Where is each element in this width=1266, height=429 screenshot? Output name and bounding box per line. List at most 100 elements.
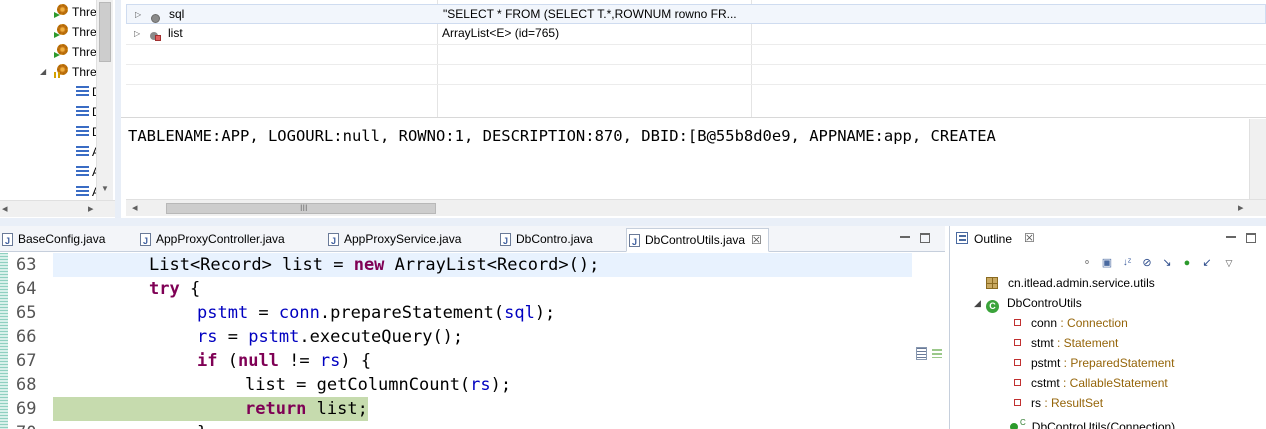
overview-ruler[interactable]	[912, 253, 945, 429]
scrollbar-thumb[interactable]: III	[166, 203, 436, 214]
tab-dbcontro[interactable]: DbContro.java	[498, 228, 593, 252]
java-file-icon	[500, 230, 511, 252]
hide-local-types-icon[interactable]: ↙	[1200, 256, 1214, 270]
line-number: 65	[16, 303, 37, 323]
thread-item[interactable]: Thre	[54, 2, 97, 22]
code-line-70[interactable]: }	[53, 421, 207, 429]
code-line-65[interactable]: pstmt = conn.prepareStatement(sql);	[53, 301, 555, 325]
scroll-left-arrow-icon[interactable]: ◂	[132, 201, 138, 214]
detail-horizontal-scrollbar[interactable]: ◂ III ▸	[126, 199, 1266, 216]
running-thread-icon	[54, 4, 70, 18]
line-number: 69	[16, 399, 37, 419]
outline-tab-title[interactable]: Outline	[974, 232, 1012, 246]
code-area[interactable]: 63 64 65 66 67 68 69 70 List<Record> lis…	[0, 253, 945, 429]
variable-value: "SELECT * FROM (SELECT T.*,ROWNUM rowno …	[443, 7, 737, 21]
local-variable-icon	[150, 29, 162, 48]
outline-field[interactable]: stmt : Statement	[1014, 333, 1118, 353]
code-line-68[interactable]: list = getColumnCount(rs);	[53, 373, 511, 397]
minimize-icon[interactable]	[900, 236, 910, 239]
hide-fields-icon[interactable]: ⊘	[1140, 256, 1154, 270]
variable-name: list	[168, 26, 183, 40]
constructor-label: DbControUtils(Connection)	[1031, 420, 1176, 429]
stack-frame-icon	[76, 146, 89, 157]
change-ruler	[0, 253, 8, 429]
scroll-right-arrow-icon[interactable]: ▸	[88, 202, 94, 215]
outline-field[interactable]: pstmt : PreparedStatement	[1014, 353, 1174, 373]
tab-dbcontroutils[interactable]: DbControUtils.java ☒	[626, 228, 769, 253]
variable-name: sql	[169, 7, 185, 21]
detail-text[interactable]: TABLENAME:APP, LOGOURL:null, ROWNO:1, DE…	[128, 127, 996, 145]
stack-frame-icon	[76, 86, 89, 97]
group-icon[interactable]: ⚬	[1080, 256, 1094, 270]
hide-static-icon[interactable]: ↘	[1160, 256, 1174, 270]
scroll-left-arrow-icon[interactable]: ◂	[2, 202, 8, 215]
code-line-66[interactable]: rs = pstmt.executeQuery();	[53, 325, 463, 349]
thread-label: Thre	[72, 25, 97, 39]
collapse-triangle-icon[interactable]: ◢	[40, 62, 46, 82]
sort-icon[interactable]: ↓ᶻ	[1120, 256, 1134, 270]
debug-thread-tree: Thre Thre Thre ◢ Thre D D D A A A ▼	[0, 0, 115, 200]
line-number: 68	[16, 375, 37, 395]
stack-frame-icon	[76, 166, 89, 177]
code-line-63[interactable]: List<Record> list = new ArrayList<Record…	[53, 253, 913, 277]
tab-label: DbContro.java	[516, 232, 593, 246]
ruler-annotation-icon[interactable]	[932, 349, 942, 358]
variable-row-sql[interactable]: ▷ sql "SELECT * FROM (SELECT T.*,ROWNUM …	[126, 4, 1266, 24]
outline-view: Outline ☒ ⚬ ▣ ↓ᶻ ⊘ ↘ ● ↙ ▽ cn.itlead.adm…	[949, 226, 1266, 429]
outline-class[interactable]: ◢ C DbControUtils	[974, 293, 1082, 313]
maximize-icon[interactable]	[920, 233, 930, 243]
view-menu-icon[interactable]: ▽	[1222, 256, 1236, 270]
thread-label: Thre	[72, 5, 97, 19]
variable-row-list[interactable]: ▷ list ArrayList<E> (id=765)	[126, 24, 1266, 44]
java-file-icon	[328, 230, 339, 252]
variables-table: ▷ sql "SELECT * FROM (SELECT T.*,ROWNUM …	[121, 0, 1266, 118]
minimize-icon[interactable]	[1226, 236, 1236, 239]
expand-triangle-icon[interactable]: ▷	[135, 5, 141, 24]
collapse-triangle-icon[interactable]: ◢	[974, 293, 981, 313]
tab-label: BaseConfig.java	[18, 232, 106, 246]
outline-field[interactable]: cstmt : CallableStatement	[1014, 373, 1168, 393]
outline-field[interactable]: conn : Connection	[1014, 313, 1128, 333]
package-icon	[986, 277, 998, 289]
thread-label: Thre	[72, 65, 97, 79]
hide-nonpublic-icon[interactable]: ●	[1180, 256, 1194, 270]
expand-triangle-icon[interactable]: ▷	[134, 24, 140, 43]
tab-appproxycontroller[interactable]: AppProxyController.java	[138, 228, 285, 252]
close-tab-icon[interactable]: ☒	[1024, 231, 1035, 245]
thread-item-suspended[interactable]: ◢ Thre	[40, 62, 97, 82]
detail-vertical-scrollbar[interactable]	[1249, 119, 1266, 199]
tree-vertical-scrollbar[interactable]: ▼	[96, 0, 113, 200]
private-field-icon	[1014, 339, 1021, 346]
class-icon: C	[986, 300, 999, 313]
tab-baseconfig[interactable]: BaseConfig.java	[0, 228, 105, 252]
thread-item[interactable]: Thre	[54, 22, 97, 42]
outline-package[interactable]: cn.itlead.admin.service.utils	[986, 273, 1155, 293]
close-tab-icon[interactable]: ☒	[751, 233, 762, 247]
maximize-icon[interactable]	[1246, 233, 1256, 243]
line-number: 67	[16, 351, 37, 371]
ruler-annotation-icon[interactable]	[916, 347, 927, 360]
line-number: 70	[16, 421, 46, 429]
variable-detail-pane[interactable]: TABLENAME:APP, LOGOURL:null, ROWNO:1, DE…	[126, 119, 1249, 199]
horizontal-sash[interactable]	[0, 218, 1266, 226]
tree-horizontal-scrollbar[interactable]: ◂ ▸	[0, 200, 115, 217]
java-editor: BaseConfig.java AppProxyController.java …	[0, 226, 945, 429]
collapse-all-icon[interactable]: ▣	[1100, 256, 1114, 270]
tab-appproxyservice[interactable]: AppProxyService.java	[326, 228, 461, 252]
code-line-64[interactable]: try {	[53, 277, 200, 301]
thread-item[interactable]: Thre	[54, 42, 97, 62]
outline-tab-bar: Outline ☒	[950, 226, 1266, 252]
scrollbar-grip: III	[300, 203, 308, 213]
package-label: cn.itlead.admin.service.utils	[1008, 276, 1155, 290]
outline-constructor[interactable]: C DbControUtils(Connection)	[1010, 413, 1175, 429]
scroll-right-arrow-icon[interactable]: ▸	[1238, 201, 1244, 214]
tab-label: AppProxyService.java	[344, 232, 462, 246]
debug-current-instruction: return list;	[245, 397, 368, 421]
private-field-icon	[1014, 379, 1021, 386]
running-thread-icon	[54, 24, 70, 38]
outline-field[interactable]: rs : ResultSet	[1014, 393, 1103, 413]
scroll-down-arrow-icon[interactable]: ▼	[101, 184, 109, 193]
debug-line-highlight	[53, 397, 245, 421]
code-line-67[interactable]: if (null != rs) {	[53, 349, 371, 373]
scrollbar-thumb[interactable]	[99, 2, 111, 62]
